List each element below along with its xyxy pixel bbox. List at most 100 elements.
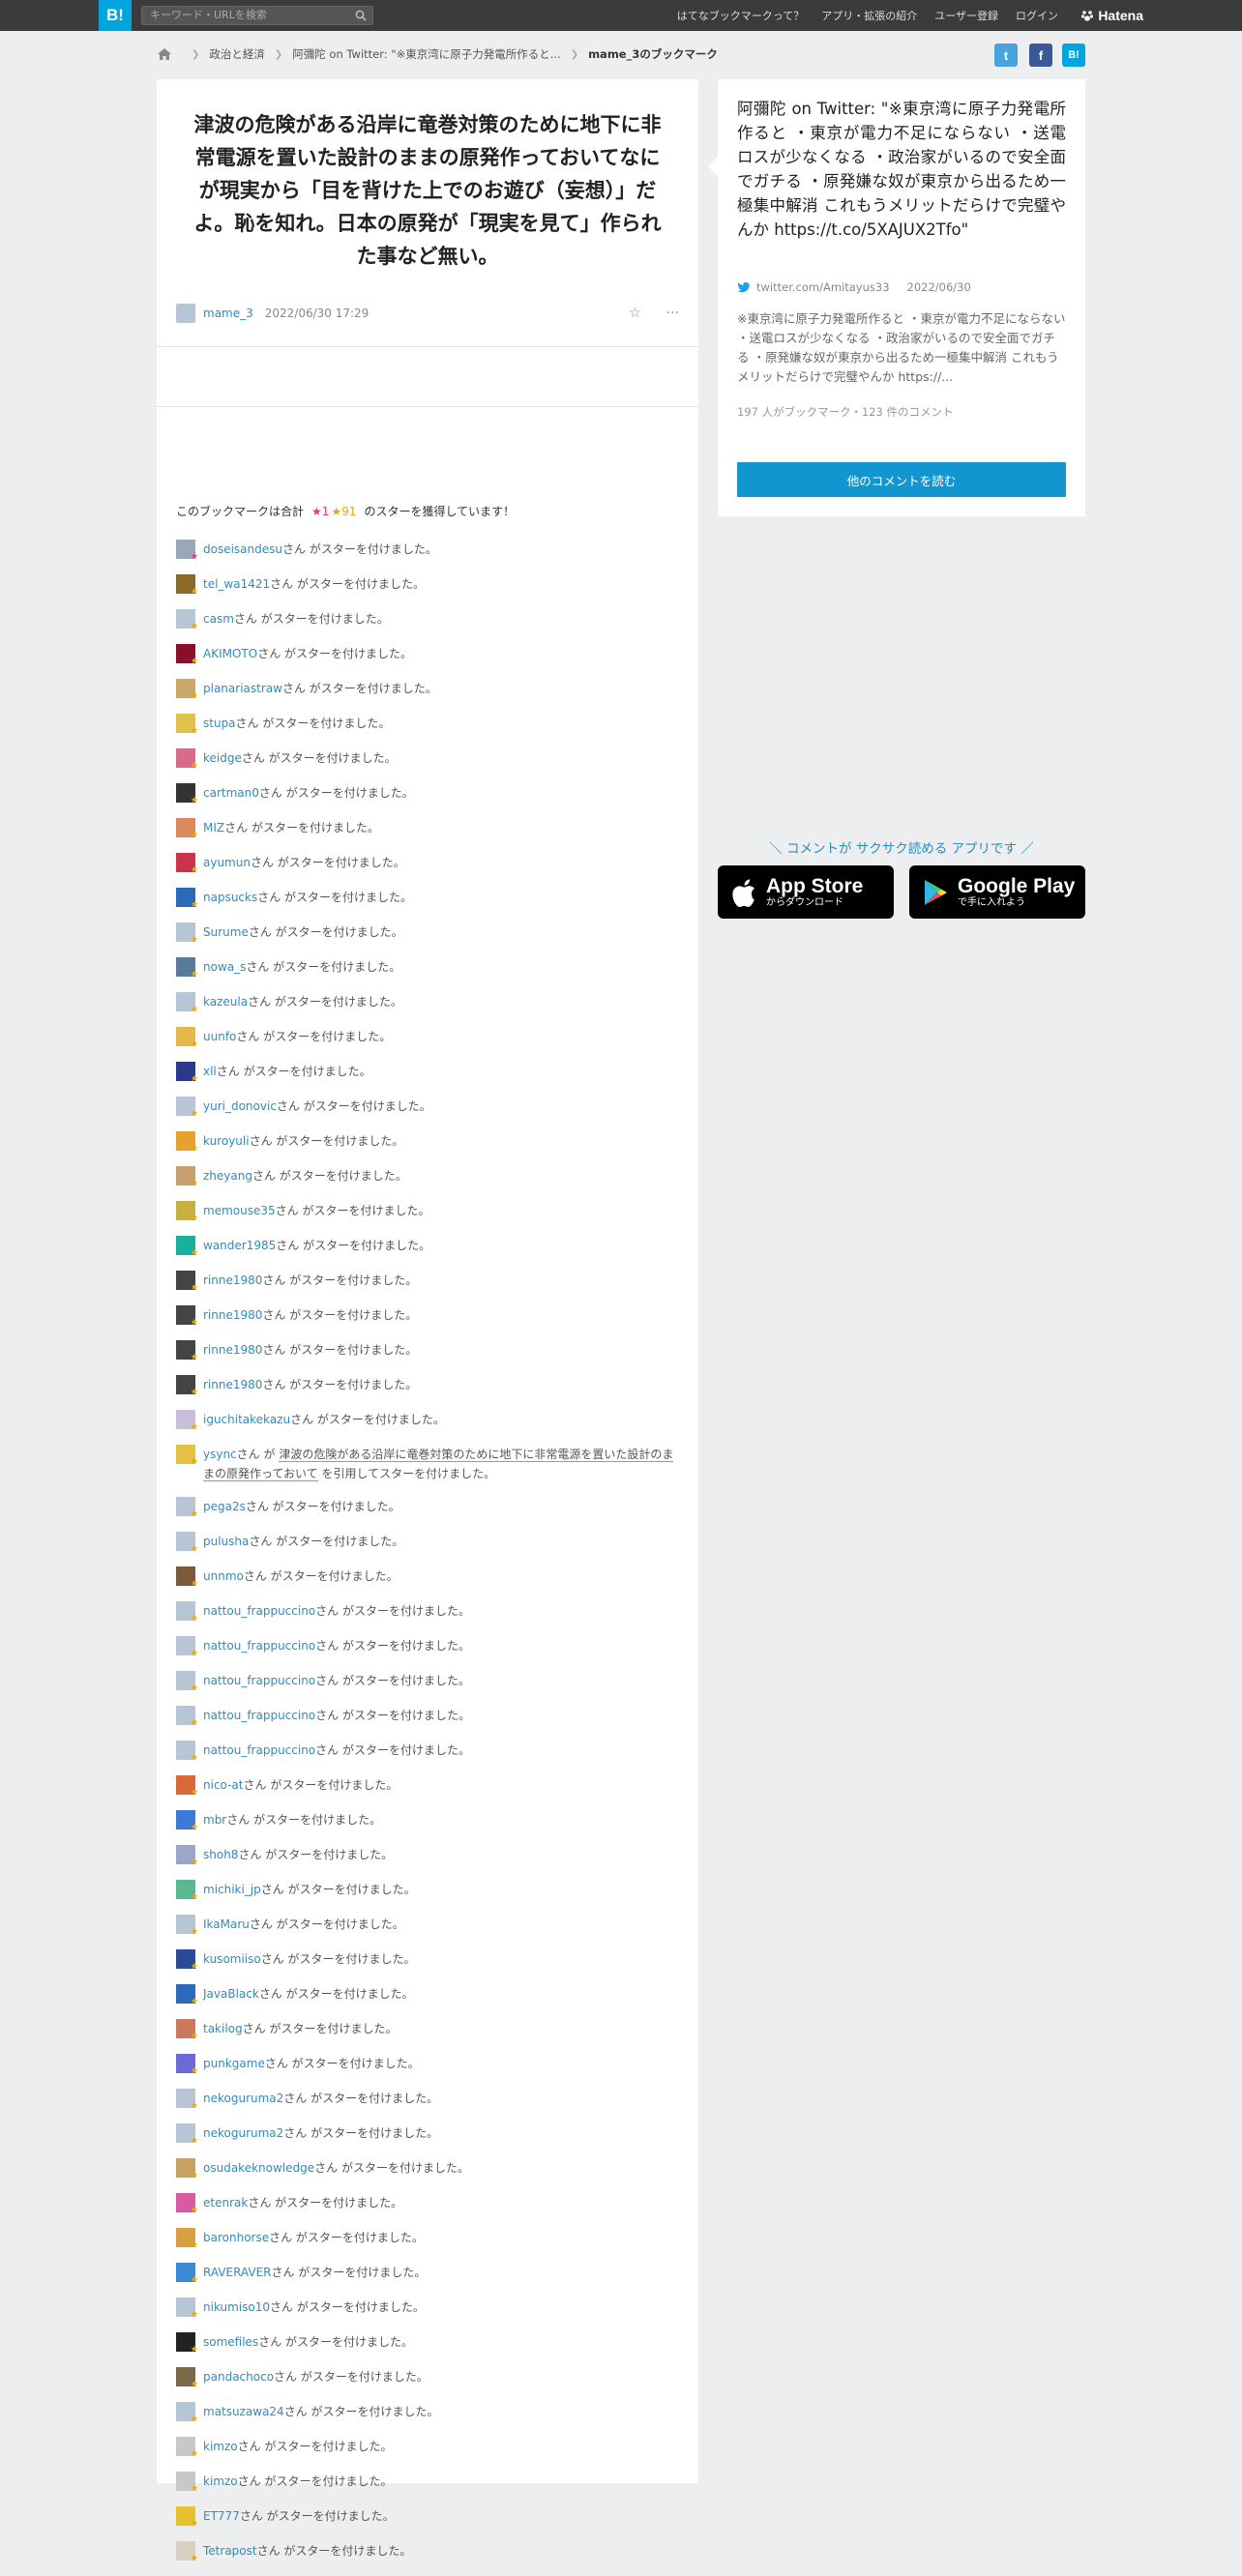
- more-options-icon[interactable]: ···: [666, 306, 679, 321]
- avatar[interactable]: ★: [176, 1166, 198, 1188]
- star-user[interactable]: pega2s: [203, 1497, 246, 1516]
- avatar[interactable]: ★: [176, 1497, 198, 1519]
- star-user[interactable]: shoh8: [203, 1845, 238, 1864]
- star-user[interactable]: MIZ: [203, 818, 224, 837]
- star-user[interactable]: napsucks: [203, 888, 257, 907]
- avatar[interactable]: ★: [176, 2472, 198, 2494]
- avatar[interactable]: ★: [176, 574, 198, 597]
- star-user[interactable]: kuroyuli: [203, 1131, 250, 1151]
- avatar[interactable]: ★: [176, 2541, 198, 2563]
- avatar[interactable]: ★: [176, 888, 198, 910]
- avatar[interactable]: ★: [176, 1706, 198, 1728]
- star-user[interactable]: kimzo: [203, 2437, 238, 2456]
- star-user[interactable]: keidge: [203, 748, 242, 768]
- avatar[interactable]: ★: [176, 748, 198, 771]
- star-user[interactable]: cartman0: [203, 783, 259, 803]
- add-star-icon[interactable]: ☆: [629, 306, 641, 321]
- avatar[interactable]: ★: [176, 1949, 198, 1972]
- star-user[interactable]: AKIMOTO: [203, 644, 257, 663]
- star-user[interactable]: JavaBlack: [203, 1984, 259, 2004]
- avatar[interactable]: ★: [176, 1845, 198, 1867]
- star-user[interactable]: baronhorse: [203, 2228, 269, 2247]
- star-user[interactable]: zheyang: [203, 1166, 252, 1186]
- home-icon[interactable]: [157, 47, 172, 61]
- star-user[interactable]: nekoguruma2: [203, 2089, 283, 2108]
- star-user[interactable]: nattou_frappuccino: [203, 1741, 315, 1760]
- star-user[interactable]: uunfo: [203, 1027, 236, 1046]
- avatar[interactable]: ★: [176, 2228, 198, 2250]
- star-user[interactable]: kazeula: [203, 992, 248, 1011]
- avatar[interactable]: ★: [176, 2506, 198, 2529]
- star-user[interactable]: wander1985: [203, 1236, 276, 1255]
- star-user[interactable]: nekoguruma2: [203, 2123, 283, 2143]
- avatar[interactable]: ★: [176, 714, 198, 736]
- avatar[interactable]: ★: [176, 1271, 198, 1293]
- star-user[interactable]: iguchitakekazu: [203, 1410, 290, 1429]
- avatar[interactable]: ★: [176, 1027, 198, 1049]
- yellow-star-count[interactable]: ★91: [331, 505, 356, 518]
- star-user[interactable]: etenrak: [203, 2193, 248, 2212]
- avatar[interactable]: ★: [176, 2193, 198, 2215]
- star-user[interactable]: pulusha: [203, 1532, 249, 1551]
- avatar[interactable]: ★: [176, 540, 198, 562]
- avatar[interactable]: ★: [176, 2123, 198, 2146]
- star-user[interactable]: ayumun: [203, 853, 251, 872]
- avatar[interactable]: ★: [176, 1880, 198, 1902]
- bookmark-date[interactable]: 2022/06/30 17:29: [265, 307, 370, 320]
- avatar[interactable]: ★: [176, 1810, 198, 1832]
- star-user[interactable]: somefiles: [203, 2332, 258, 2352]
- avatar[interactable]: ★: [176, 1201, 198, 1223]
- app-store-button[interactable]: App Store からダウンロード: [718, 865, 894, 919]
- avatar[interactable]: ★: [176, 644, 198, 666]
- star-user[interactable]: matsuzawa24: [203, 2402, 284, 2421]
- star-user[interactable]: yuri_donovic: [203, 1097, 277, 1116]
- avatar[interactable]: ★: [176, 2263, 198, 2285]
- star-user[interactable]: nattou_frappuccino: [203, 1636, 315, 1655]
- hatena-bookmark-logo[interactable]: B!: [99, 0, 132, 31]
- star-user[interactable]: IkaMaru: [203, 1915, 250, 1934]
- red-star-count[interactable]: ★1: [311, 505, 329, 518]
- star-user[interactable]: nikumiso10: [203, 2298, 270, 2317]
- share-facebook-button[interactable]: f: [1029, 44, 1052, 67]
- share-hatena-button[interactable]: B!: [1062, 44, 1085, 67]
- avatar[interactable]: ★: [176, 818, 198, 840]
- avatar[interactable]: ★: [176, 992, 198, 1014]
- avatar[interactable]: ★: [176, 783, 198, 805]
- star-user[interactable]: mbr: [203, 1810, 226, 1830]
- avatar[interactable]: ★: [176, 1775, 198, 1798]
- star-user[interactable]: doseisandesu: [203, 540, 282, 559]
- avatar[interactable]: ★: [176, 1636, 198, 1658]
- avatar[interactable]: ★: [176, 1915, 198, 1937]
- star-user[interactable]: rinne1980: [203, 1305, 262, 1325]
- star-user[interactable]: RAVERAVER: [203, 2263, 272, 2282]
- avatar[interactable]: ★: [176, 2054, 198, 2076]
- avatar[interactable]: ★: [176, 1741, 198, 1763]
- star-user[interactable]: xll: [203, 1062, 217, 1081]
- avatar[interactable]: ★: [176, 1532, 198, 1554]
- nav-register[interactable]: ユーザー登録: [934, 8, 998, 23]
- avatar[interactable]: ★: [176, 1375, 198, 1397]
- entry-counts[interactable]: 197 人がブックマーク・123 件のコメント: [737, 404, 953, 420]
- avatar[interactable]: ★: [176, 2158, 198, 2181]
- avatar[interactable]: ★: [176, 1340, 198, 1362]
- star-user[interactable]: osudakeknowledge: [203, 2158, 314, 2178]
- breadcrumb-category[interactable]: 政治と経済: [209, 46, 265, 62]
- star-user[interactable]: takilog: [203, 2019, 243, 2038]
- avatar[interactable]: ★: [176, 1984, 198, 2006]
- star-user[interactable]: punkgame: [203, 2054, 265, 2073]
- star-user[interactable]: ET777: [203, 2506, 240, 2526]
- star-user[interactable]: planariastraw: [203, 679, 282, 698]
- avatar[interactable]: ★: [176, 2402, 198, 2424]
- avatar[interactable]: ★: [176, 1131, 198, 1154]
- avatar[interactable]: ★: [176, 2332, 198, 2355]
- avatar[interactable]: ★: [176, 609, 198, 631]
- avatar[interactable]: ★: [176, 1671, 198, 1693]
- avatar[interactable]: ★: [176, 679, 198, 701]
- star-user[interactable]: ysync: [203, 1448, 237, 1461]
- avatar[interactable]: ★: [176, 1410, 198, 1432]
- star-user[interactable]: nattou_frappuccino: [203, 1706, 315, 1725]
- star-user[interactable]: stupa: [203, 714, 236, 733]
- avatar[interactable]: ★: [176, 1305, 198, 1328]
- entry-title[interactable]: 阿彌陀 on Twitter: "※東京湾に原子力発電所作ると ・東京が電力不足…: [737, 97, 1066, 242]
- star-user[interactable]: pandachoco: [203, 2367, 274, 2386]
